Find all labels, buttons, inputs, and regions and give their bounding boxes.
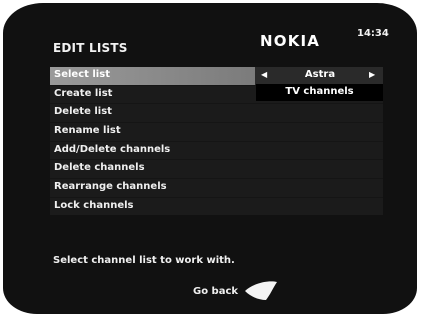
- menu-item-label: Create list: [54, 87, 113, 99]
- menu-item-select-list[interactable]: Select list ◀ Astra ▶: [50, 67, 383, 85]
- list-dropdown[interactable]: TV channels: [256, 84, 383, 101]
- menu-item-delete-channels[interactable]: Delete channels: [50, 159, 383, 179]
- selected-list-value: Astra: [304, 69, 336, 80]
- menu-item-add-delete-channels[interactable]: Add/Delete channels: [50, 140, 383, 160]
- arrow-left-icon[interactable]: ◀: [261, 70, 267, 79]
- menu-item-label: Add/Delete channels: [54, 143, 171, 155]
- menu-item-delete-list[interactable]: Delete list: [50, 103, 383, 122]
- menu-item-rearrange-channels[interactable]: Rearrange channels: [50, 178, 383, 197]
- arrow-right-icon[interactable]: ▶: [369, 70, 375, 79]
- page-title: EDIT LISTS: [53, 41, 128, 55]
- help-text: Select channel list to work with.: [53, 255, 235, 266]
- brand-logo: NOKIA: [260, 32, 321, 50]
- menu-item-label: Lock channels: [54, 199, 134, 211]
- go-back-label: Go back: [193, 286, 239, 297]
- back-key-icon[interactable]: [243, 279, 279, 303]
- menu-item-label: Rearrange channels: [54, 181, 167, 193]
- menu-item-lock-channels[interactable]: Lock channels: [50, 196, 383, 216]
- clock: 14:34: [357, 28, 389, 39]
- menu-item-label: Delete channels: [54, 162, 145, 174]
- menu-item-label: Select list: [54, 69, 110, 80]
- menu-item-rename-list[interactable]: Rename list: [50, 122, 383, 141]
- menu-item-label: Delete list: [54, 106, 112, 118]
- tv-screen: EDIT LISTS NOKIA 14:34 Select list ◀ Ast…: [3, 3, 417, 314]
- dropdown-option[interactable]: TV channels: [256, 84, 383, 97]
- menu-item-label: Rename list: [54, 125, 121, 137]
